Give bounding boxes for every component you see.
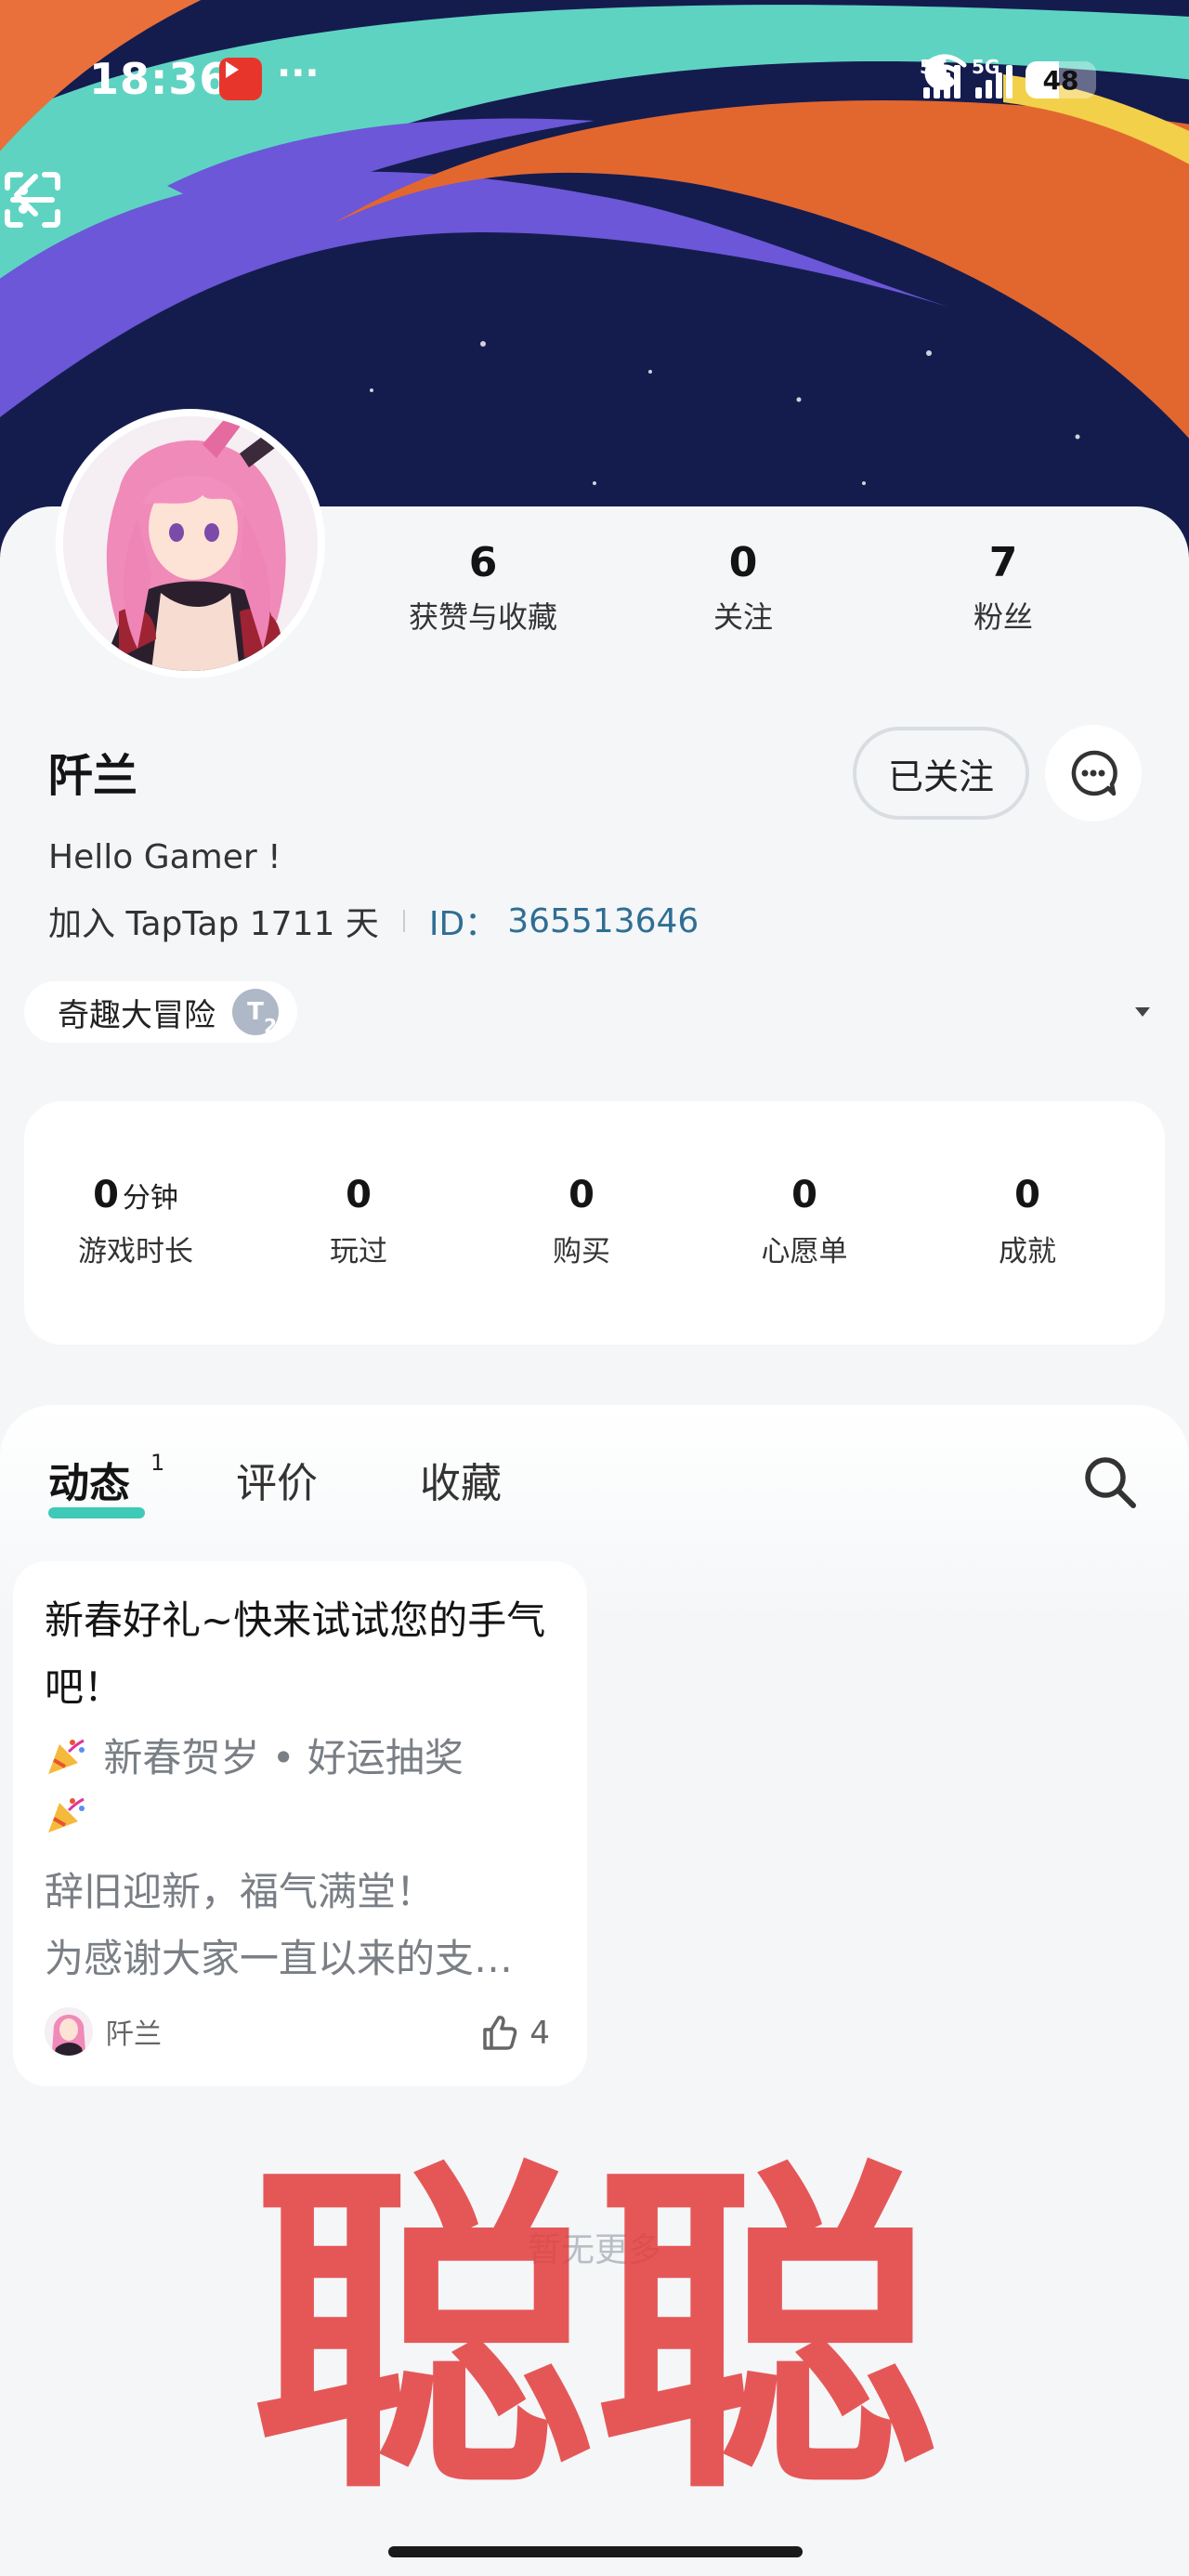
user-id[interactable]: 365513646 <box>507 902 699 940</box>
game-tag-chip[interactable]: 奇趣大冒险 T 2 <box>24 981 297 1043</box>
post-line-2 <box>45 1794 91 1846</box>
tab-favorites[interactable]: 收藏 <box>420 1450 502 1509</box>
follow-button[interactable]: 已关注 <box>853 727 1029 820</box>
watermark-text: 聪聪 <box>251 2137 938 2491</box>
profile-name: 阡兰 <box>48 750 138 802</box>
signal-2-icon: 5G <box>972 56 1013 99</box>
tab-active-indicator <box>48 1507 145 1518</box>
party-popper-icon <box>45 1794 91 1846</box>
avatar[interactable] <box>56 409 325 678</box>
stat-following[interactable]: 0 关注 <box>632 539 855 637</box>
wifi-icon <box>922 54 967 83</box>
meta-divider <box>402 910 405 932</box>
post-line-3: 辞旧迎新，福气满堂！ <box>45 1869 436 1914</box>
chat-bubble-icon <box>1071 750 1117 796</box>
more-notifications-indicator: ··· <box>277 52 320 95</box>
author-avatar <box>45 2007 93 2056</box>
status-bar: 18:36 ··· 5G 5G 48 <box>0 45 1189 110</box>
like-button[interactable]: 4 <box>479 2013 550 2054</box>
id-label: ID： <box>428 905 499 943</box>
tab-posts-count: 1 <box>150 1450 165 1476</box>
like-count: 4 <box>529 2015 550 2052</box>
stat-achievements[interactable]: 0 成就 <box>916 1174 1139 1269</box>
stat-wishlist[interactable]: 0 心愿单 <box>693 1174 916 1269</box>
stat-followers[interactable]: 7 粉丝 <box>892 539 1115 637</box>
home-indicator[interactable] <box>388 2546 803 2557</box>
watermark-overlay: 聪聪 <box>251 2137 938 2491</box>
stat-purchased[interactable]: 0 购买 <box>470 1174 693 1269</box>
tab-reviews[interactable]: 评价 <box>236 1450 318 1509</box>
status-time: 18:36 <box>89 54 230 104</box>
game-stats-card: 0 分钟 游戏时长 0 玩过 0 购买 0 心愿单 0 成就 <box>24 1101 1165 1345</box>
app-notification-icon <box>219 58 262 100</box>
status-icons: 5G 5G 48 <box>920 52 1096 108</box>
joined-days: 加入 TapTap 1711 天 <box>48 905 379 943</box>
thumbs-up-icon <box>483 2016 517 2050</box>
game-tag-label: 奇趣大冒险 <box>58 996 216 1034</box>
game-tag-row: 奇趣大冒险 T 2 <box>24 981 1167 1043</box>
profile-meta: 加入 TapTap 1711 天 ID： 365513646 <box>48 897 699 945</box>
stat-playtime[interactable]: 0 分钟 游戏时长 <box>24 1174 247 1269</box>
author-name: 阡兰 <box>106 2018 162 2051</box>
post-card[interactable]: 新春好礼~快来试试您的手气吧！ 新春贺岁 • 好运抽奖 辞旧迎新，福气满堂！ 为… <box>13 1561 587 2086</box>
battery-indicator: 48 <box>1026 61 1096 99</box>
dropdown-triangle-icon[interactable] <box>1131 1000 1154 1022</box>
tab-posts[interactable]: 动态 <box>48 1450 130 1509</box>
post-title: 新春好礼~快来试试您的手气吧！ <box>45 1597 546 1710</box>
message-button[interactable] <box>1045 725 1142 821</box>
level-badge-icon: T 2 <box>232 989 279 1037</box>
party-popper-icon <box>45 1735 91 1787</box>
stat-played[interactable]: 0 玩过 <box>247 1174 470 1269</box>
profile-bio: Hello Gamer ! <box>48 838 281 876</box>
post-line-4: 为感谢大家一直以来的支… <box>45 1936 514 1981</box>
search-icon[interactable] <box>1079 1452 1141 1513</box>
profile-stats: 6 获赞与收藏 0 关注 7 粉丝 <box>372 539 1189 651</box>
post-line-1: 新春贺岁 • 好运抽奖 <box>45 1727 464 1787</box>
top-nav <box>0 167 1189 260</box>
vertical-dots-icon[interactable] <box>0 167 46 232</box>
stat-likes[interactable]: 6 获赞与收藏 <box>372 539 594 637</box>
avatar-image <box>63 416 318 671</box>
post-author[interactable]: 阡兰 <box>45 2007 162 2056</box>
